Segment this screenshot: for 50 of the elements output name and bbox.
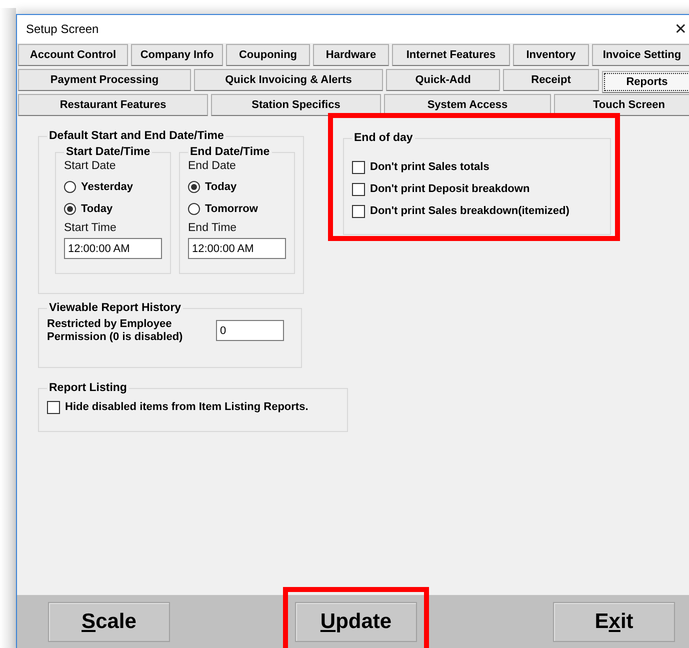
checkbox-label: Don't print Deposit breakdown (370, 183, 530, 195)
radio-label: Today (205, 181, 237, 193)
tab[interactable]: Restaurant Features (18, 94, 208, 116)
tab[interactable]: Internet Features (392, 44, 510, 66)
radio-label: Tomorrow (205, 203, 258, 215)
field-label: End Date (188, 160, 237, 172)
tab[interactable]: Invoice Setting (592, 44, 689, 66)
checkbox-label: Don't print Sales breakdown(itemized) (370, 205, 570, 217)
tab[interactable]: Quick-Add (386, 69, 500, 91)
time-field[interactable]: 12:00:00 AM (188, 238, 286, 259)
tab[interactable]: Inventory (513, 44, 589, 66)
tab[interactable]: Hardware (313, 44, 389, 66)
radio-label: Today (81, 203, 113, 215)
tab[interactable]: Touch Screen (554, 94, 689, 116)
group-title: Report Listing (48, 382, 128, 394)
window-title: Setup Screen (26, 22, 99, 36)
tab[interactable]: Receipt (503, 69, 599, 91)
tab[interactable]: Quick Invoicing & Alerts (194, 69, 383, 91)
group-title: Default Start and End Date/Time (48, 130, 225, 142)
tab[interactable]: Company Info (131, 44, 223, 66)
time-field[interactable]: 12:00:00 AM (64, 238, 162, 259)
tab[interactable]: Station Specifics (211, 94, 381, 116)
radio-button[interactable] (64, 203, 76, 215)
action-button[interactable]: Update (295, 602, 417, 642)
checkbox[interactable] (352, 160, 365, 174)
tab[interactable]: Couponing (226, 44, 310, 66)
number-field[interactable]: 0 (216, 320, 284, 341)
field-label: Restricted by Employee Permission (0 is disabled) (47, 318, 184, 344)
tab[interactable]: Payment Processing (18, 69, 191, 91)
group-title: Viewable Report History (48, 302, 182, 314)
checkbox-label: Don't print Sales totals (370, 161, 490, 173)
group-title: End of day (353, 132, 414, 144)
checkbox[interactable] (352, 204, 365, 218)
radio-button[interactable] (188, 203, 200, 215)
action-button[interactable]: Exit (553, 602, 675, 642)
close-button[interactable]: ✕ (674, 20, 687, 38)
radio-button[interactable] (64, 181, 76, 193)
tab[interactable]: Reports (602, 71, 689, 93)
checkbox[interactable] (352, 182, 365, 196)
radio-label: Yesterday (81, 181, 133, 193)
field-label: Start Time (64, 222, 118, 234)
field-label: End Time (188, 222, 238, 234)
radio-button[interactable] (188, 181, 200, 193)
group-title: End Date/Time (189, 146, 271, 158)
checkbox[interactable] (47, 400, 60, 414)
group-title: Start Date/Time (65, 146, 152, 158)
checkbox-label: Hide disabled items from Item Listing Reports. (65, 401, 308, 413)
tab[interactable]: Account Control (18, 44, 128, 66)
action-button[interactable]: Scale (48, 602, 170, 642)
field-label: Start Date (64, 160, 117, 172)
